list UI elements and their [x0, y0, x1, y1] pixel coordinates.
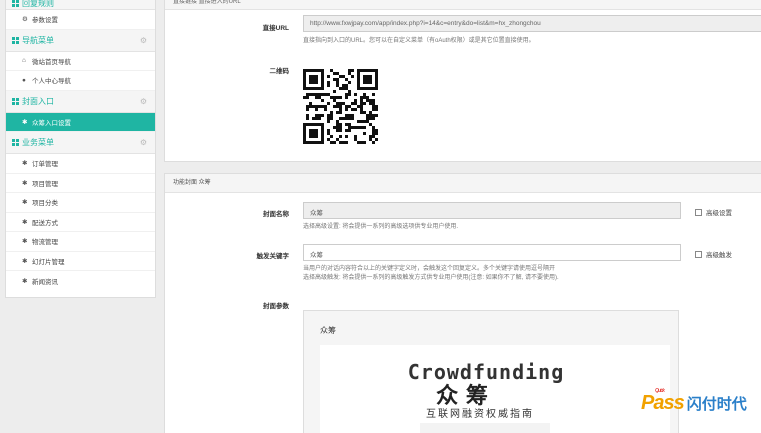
- sidebar-item-label: 个人中心导航: [32, 78, 71, 86]
- cover-preview-image[interactable]: Crowdfunding 众 筹 互联网融资权威指南: [320, 345, 670, 433]
- qr-code-image: [303, 69, 378, 144]
- gear-icon: ⚙: [22, 16, 28, 24]
- sidebar-item-label: 新闻资讯: [32, 278, 58, 286]
- qr-finder-pattern: [357, 69, 378, 90]
- grid-icon: [12, 139, 19, 146]
- sidebar-group-reply-rules[interactable]: 回复规则: [6, 0, 155, 10]
- sidebar-item-params[interactable]: ⚙ 参数设置: [6, 10, 155, 30]
- cover-params-label: 封面参数: [263, 303, 289, 310]
- sidebar: 回复规则 ⚙ 参数设置 导航菜单 ⚙ ⌂ 微站首页导航 ● 个人中心导航 封面入…: [5, 0, 156, 298]
- puzzle-icon: ✱: [22, 257, 28, 265]
- sidebar-group-title: 业务菜单: [22, 138, 54, 147]
- sidebar-item-label: 项目管理: [32, 180, 58, 188]
- keyword-label: 触发关键字: [256, 253, 290, 260]
- sidebar-item-label: 参数设置: [32, 17, 58, 25]
- grid-icon: [12, 36, 19, 44]
- advanced-settings-checkbox[interactable]: 高级设置: [695, 207, 732, 217]
- puzzle-icon: ✱: [22, 199, 28, 207]
- sidebar-item-user-nav[interactable]: ● 个人中心导航: [6, 71, 155, 91]
- qr-finder-pattern: [303, 123, 324, 144]
- keyword-input[interactable]: 众筹: [303, 244, 681, 261]
- sidebar-item-delivery[interactable]: ✱ 配送方式: [6, 213, 155, 232]
- sidebar-group-cover[interactable]: 封面入口 ⚙: [6, 90, 155, 113]
- sidebar-item-label: 项目分类: [32, 200, 58, 208]
- sidebar-item-label: 众筹入口设置: [32, 119, 71, 127]
- cover-name-label: 封面名称: [263, 211, 289, 218]
- puzzle-icon: ✱: [22, 179, 28, 187]
- puzzle-icon: ✱: [22, 238, 28, 246]
- puzzle-icon: ✱: [22, 218, 28, 226]
- grid-icon: [12, 0, 19, 7]
- crowdfunding-banner-image: Crowdfunding 众 筹 互联网融资权威指南: [408, 360, 565, 433]
- qr-finder-pattern: [303, 69, 324, 90]
- direct-url-label: 直接URL: [262, 25, 289, 32]
- checkbox-label: 高级设置: [706, 210, 732, 217]
- puzzle-icon: ✱: [22, 277, 28, 285]
- sidebar-item-label: 微站首页导航: [32, 58, 71, 66]
- sidebar-item-logistics[interactable]: ✱ 物流管理: [6, 232, 155, 252]
- cover-preview-card: 众筹 Crowdfunding 众 筹 互联网融资权威指南: [303, 310, 679, 433]
- gear-icon[interactable]: ⚙: [140, 97, 147, 106]
- sidebar-group-nav[interactable]: 导航菜单 ⚙: [6, 29, 155, 52]
- banner-footer-strip: [420, 423, 550, 433]
- gear-icon[interactable]: ⚙: [140, 138, 147, 147]
- sidebar-group-title: 导航菜单: [22, 35, 54, 45]
- sidebar-item-projects[interactable]: ✱ 项目管理: [6, 174, 155, 193]
- banner-english-text: Crowdfunding: [408, 360, 565, 384]
- direct-url-field[interactable]: http://www.fxwjpay.com/app/index.php?i=1…: [303, 15, 761, 32]
- panel-header: 功能封面 众筹: [165, 174, 761, 193]
- cover-preview-title: 众筹: [320, 326, 336, 335]
- puzzle-icon: ✱: [22, 118, 28, 126]
- grid-icon: [12, 97, 19, 105]
- sidebar-item-news[interactable]: ✱ 新闻资讯: [6, 271, 155, 291]
- watermark-chinese-text: 闪付时代: [686, 396, 747, 413]
- user-icon: ●: [22, 76, 26, 84]
- keyword-help: 当用户的对话内容符合以上的关键字定义时，会触发这个回复定义。多个关键字请使用逗号…: [303, 266, 556, 272]
- home-icon: ⌂: [22, 57, 26, 65]
- sidebar-item-label: 物流管理: [32, 239, 58, 247]
- sidebar-item-label: 幻灯片管理: [32, 258, 65, 266]
- sidebar-item-slides[interactable]: ✱ 幻灯片管理: [6, 252, 155, 271]
- direct-link-panel: 直接链接 直接进入的URL 直接URL http://www.fxwjpay.c…: [164, 0, 761, 162]
- sidebar-group-business[interactable]: 业务菜单 ⚙: [6, 132, 155, 154]
- puzzle-icon: ✱: [22, 160, 28, 168]
- checkbox-box[interactable]: [695, 250, 702, 258]
- watermark-quick-text: Quick: [655, 388, 665, 394]
- sidebar-item-orders[interactable]: ✱ 订单管理: [6, 154, 155, 174]
- sidebar-item-label: 订单管理: [32, 161, 58, 169]
- panel-header: 直接链接 直接进入的URL: [165, 0, 761, 10]
- gear-icon[interactable]: ⚙: [140, 36, 147, 45]
- checkbox-label: 高级触发: [706, 252, 732, 259]
- sidebar-item-crowdfunding-entry[interactable]: ✱ 众筹入口设置: [6, 112, 155, 132]
- checkbox-box[interactable]: [695, 208, 702, 216]
- watermark-pass-label: Pass: [641, 392, 685, 414]
- advanced-trigger-checkbox[interactable]: 高级触发: [695, 249, 732, 259]
- direct-url-help: 直接指向到入口的URL。您可以在自定义菜单（有oAuth权限）或是其它位置直接使…: [303, 38, 535, 44]
- sidebar-item-home-nav[interactable]: ⌂ 微站首页导航: [6, 52, 155, 71]
- cover-name-input[interactable]: 众筹: [303, 202, 681, 219]
- watermark-pass-text: Quick Pass: [641, 388, 685, 415]
- banner-chinese-text: 众 筹: [436, 383, 488, 409]
- sidebar-item-categories[interactable]: ✱ 项目分类: [6, 193, 155, 213]
- cover-name-help: 选择高级设置: 将会提供一系列的高级选项供专业用户使用.: [303, 224, 459, 230]
- sidebar-item-label: 配送方式: [32, 219, 58, 227]
- banner-subtitle-text: 互联网融资权威指南: [426, 407, 534, 420]
- qr-code-label: 二维码: [269, 68, 290, 75]
- sidebar-group-title: 回复规则: [22, 0, 54, 8]
- keyword-advanced-help: 选择高级触发: 将会提供一系列的高级触发方式供专业用户使用(注意: 如果你不了解…: [303, 275, 559, 281]
- quickpass-watermark: Quick Pass 闪付时代: [641, 388, 747, 415]
- sidebar-group-title: 封面入口: [22, 96, 54, 106]
